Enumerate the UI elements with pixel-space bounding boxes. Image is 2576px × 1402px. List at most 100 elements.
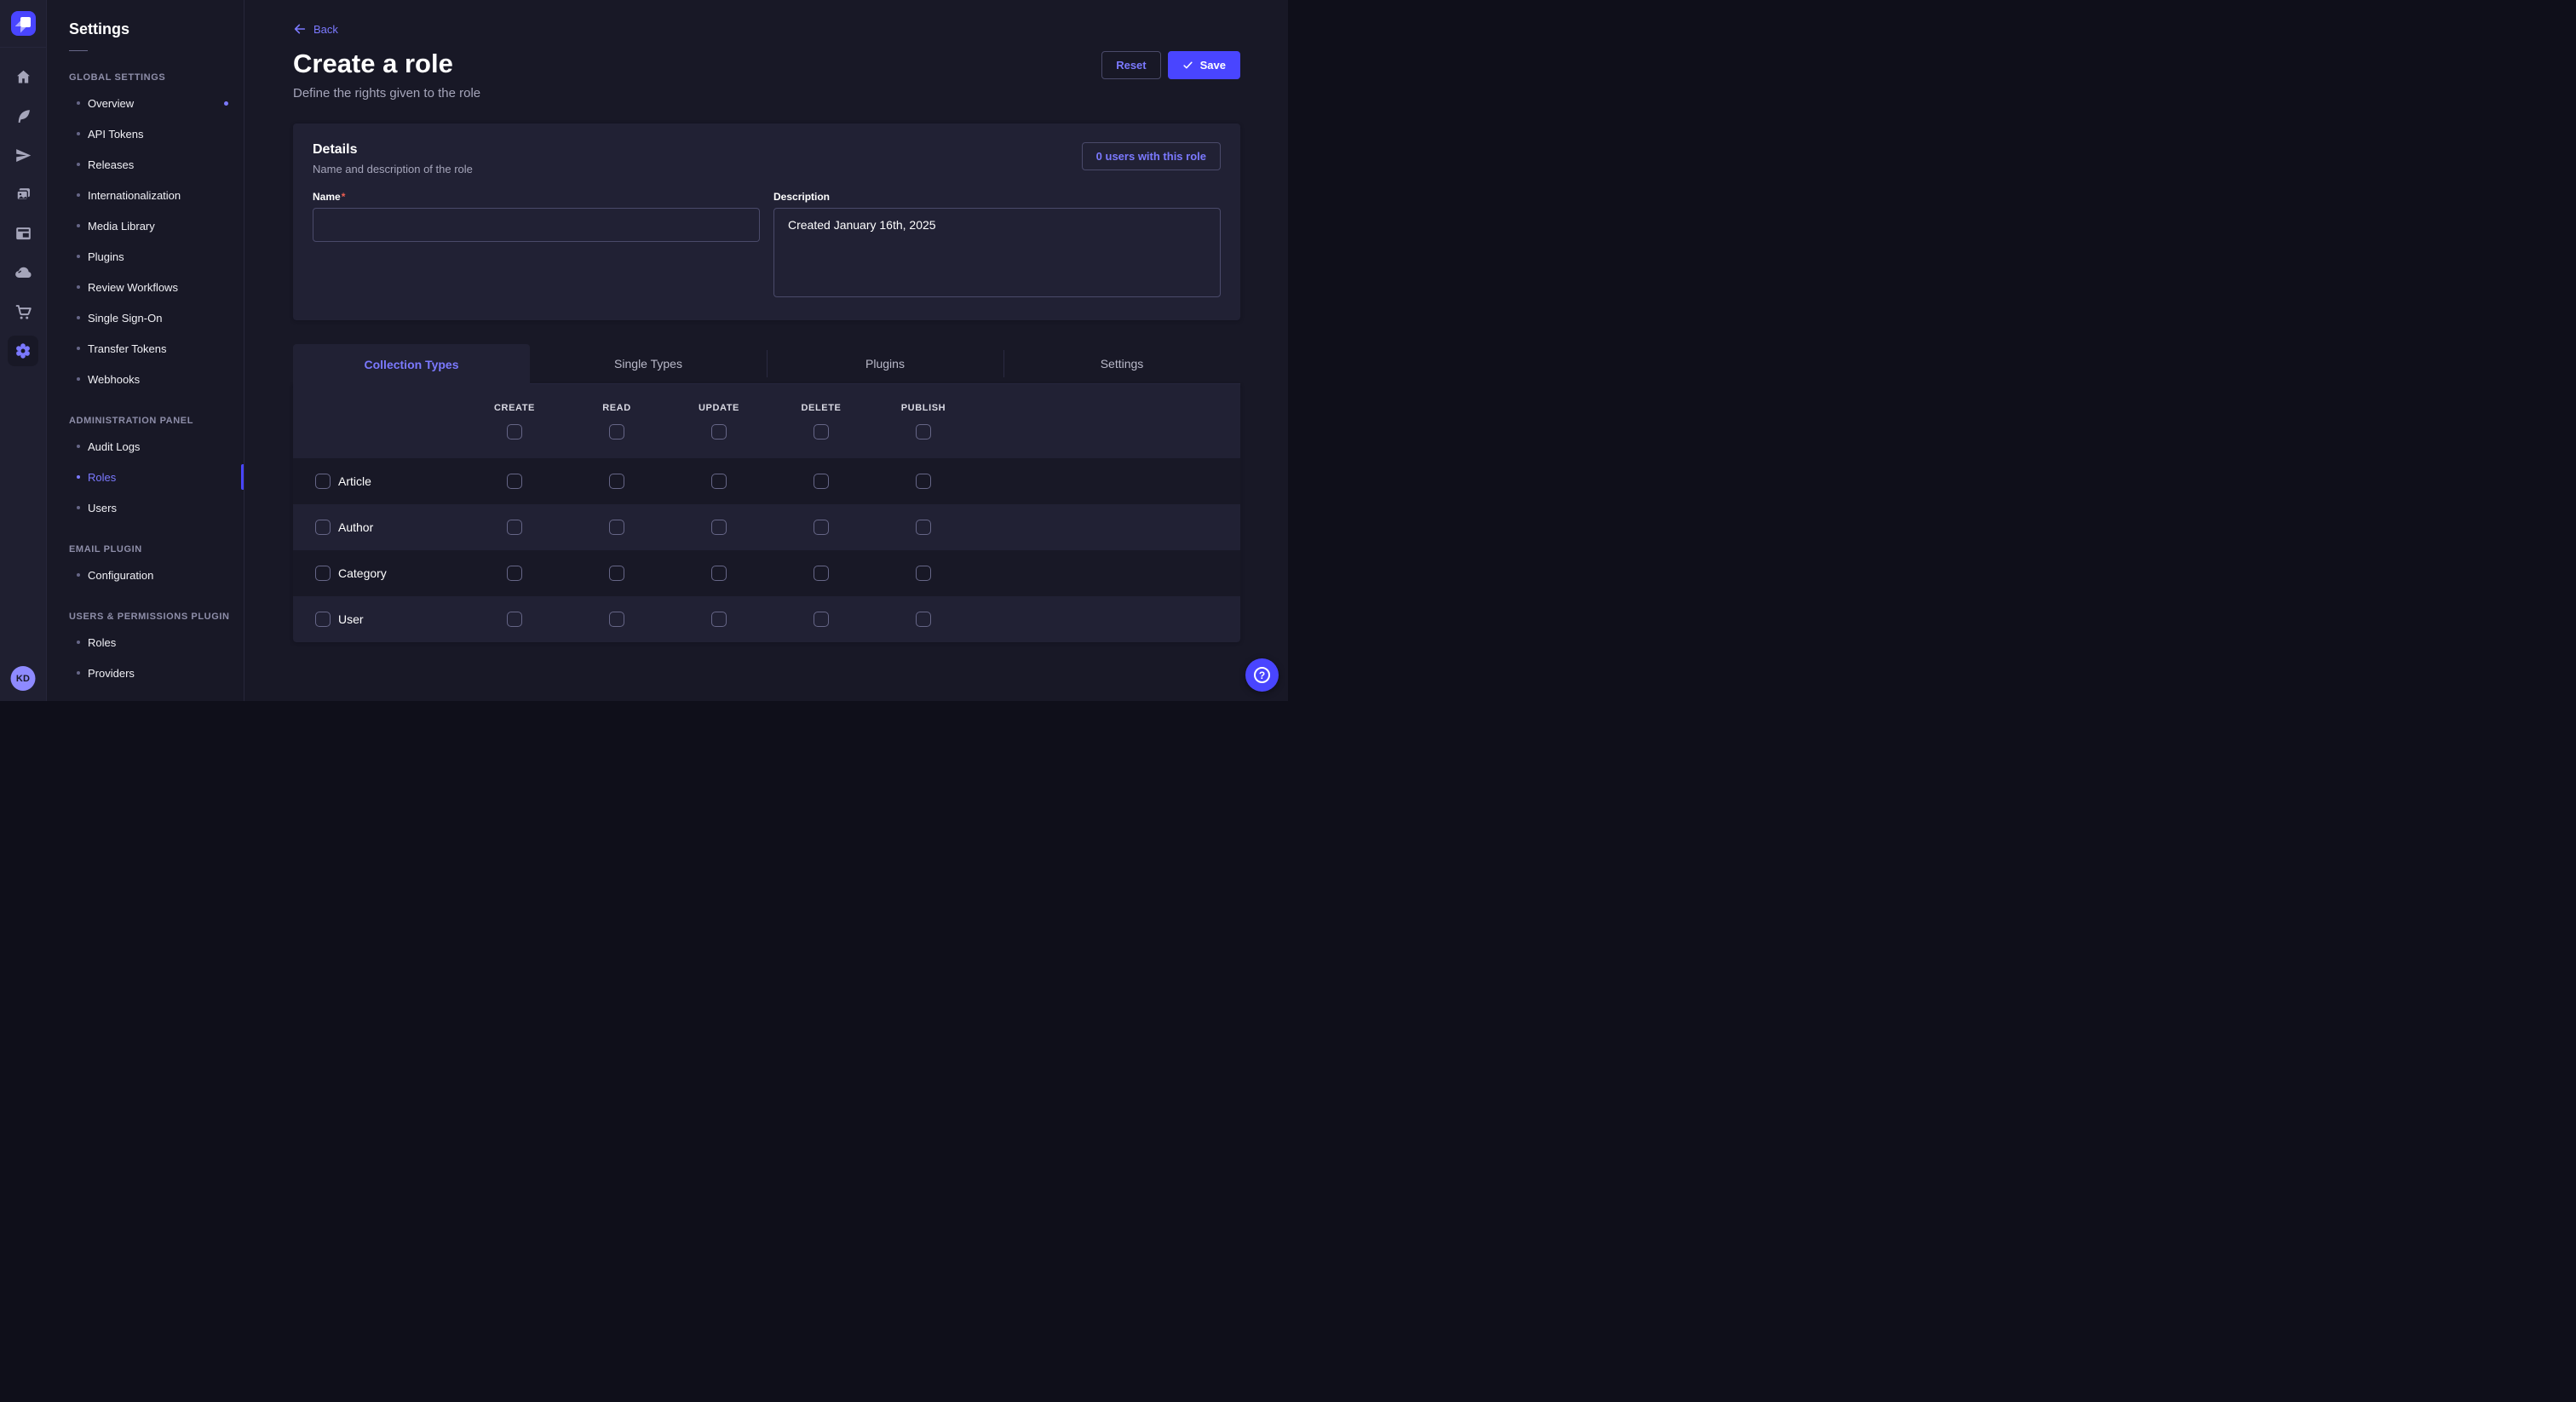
question-mark-icon: ? xyxy=(1254,667,1270,683)
tab-label: Settings xyxy=(1101,357,1144,371)
author-publish-checkbox[interactable] xyxy=(916,520,931,535)
reset-button[interactable]: Reset xyxy=(1101,51,1160,79)
subnav-item-providers[interactable]: Providers xyxy=(47,658,244,688)
bullet-icon xyxy=(77,316,80,319)
author-delete-checkbox[interactable] xyxy=(814,520,829,535)
tab-single-types[interactable]: Single Types xyxy=(530,344,767,383)
paper-plane-icon[interactable] xyxy=(8,140,38,170)
cloud-icon[interactable] xyxy=(8,257,38,288)
permissions-panel: CREATEREADUPDATEDELETEPUBLISH ArticleAut… xyxy=(293,384,1240,642)
permission-row-user: User xyxy=(293,596,1240,642)
subnav-item-review-workflows[interactable]: Review Workflows xyxy=(47,272,244,302)
category-create-checkbox[interactable] xyxy=(507,566,522,581)
strapi-logo-wrap xyxy=(0,0,46,48)
tab-collection-types[interactable]: Collection Types xyxy=(293,344,530,384)
select-all-create-checkbox[interactable] xyxy=(507,424,522,440)
select-all-read-checkbox[interactable] xyxy=(609,424,624,440)
article-update-checkbox[interactable] xyxy=(711,474,727,489)
back-link[interactable]: Back xyxy=(293,22,338,36)
user-read-checkbox[interactable] xyxy=(609,612,624,627)
subnav-item-single-sign-on[interactable]: Single Sign-On xyxy=(47,302,244,333)
category-update-checkbox[interactable] xyxy=(711,566,727,581)
strapi-logo-icon[interactable] xyxy=(11,11,36,36)
row-label: User xyxy=(338,612,364,626)
users-with-role-button[interactable]: 0 users with this role xyxy=(1082,142,1221,170)
subnav-item-media-library[interactable]: Media Library xyxy=(47,210,244,241)
row-label: Category xyxy=(338,566,387,580)
select-all-delete-checkbox[interactable] xyxy=(814,424,829,440)
subnav-item-label: Media Library xyxy=(88,220,155,233)
page-subtitle: Define the rights given to the role xyxy=(293,86,480,101)
subnav-item-api-tokens[interactable]: API Tokens xyxy=(47,118,244,149)
author-read-checkbox[interactable] xyxy=(609,520,624,535)
user-create-checkbox[interactable] xyxy=(507,612,522,627)
bullet-icon xyxy=(77,377,80,381)
user-delete-checkbox[interactable] xyxy=(814,612,829,627)
cart-icon[interactable] xyxy=(8,296,38,327)
tab-settings[interactable]: Settings xyxy=(1003,344,1240,383)
select-all-update-checkbox[interactable] xyxy=(711,424,727,440)
author-update-checkbox[interactable] xyxy=(711,520,727,535)
author-row-checkbox[interactable] xyxy=(315,520,331,535)
column-header-update: UPDATE xyxy=(699,403,739,413)
article-create-checkbox[interactable] xyxy=(507,474,522,489)
save-button-label: Save xyxy=(1200,59,1226,72)
subnav-item-label: Plugins xyxy=(88,250,124,263)
column-header-create: CREATE xyxy=(494,403,535,413)
bullet-icon xyxy=(77,285,80,289)
subnav-item-webhooks[interactable]: Webhooks xyxy=(47,364,244,394)
category-delete-checkbox[interactable] xyxy=(814,566,829,581)
subnav-item-label: Releases xyxy=(88,158,134,171)
subnav-item-label: Configuration xyxy=(88,569,153,582)
subnav-item-label: Single Sign-On xyxy=(88,312,162,325)
permissions-header-row: CREATEREADUPDATEDELETEPUBLISH xyxy=(293,384,1240,458)
subnav-item-label: Audit Logs xyxy=(88,440,140,453)
avatar[interactable]: KD xyxy=(11,666,36,691)
name-input[interactable] xyxy=(313,208,760,242)
help-button[interactable]: ? xyxy=(1245,658,1279,692)
category-read-checkbox[interactable] xyxy=(609,566,624,581)
gear-icon[interactable] xyxy=(8,336,38,366)
user-publish-checkbox[interactable] xyxy=(916,612,931,627)
article-publish-checkbox[interactable] xyxy=(916,474,931,489)
select-all-publish-checkbox[interactable] xyxy=(916,424,931,440)
subnav-item-audit-logs[interactable]: Audit Logs xyxy=(47,431,244,462)
article-row-checkbox[interactable] xyxy=(315,474,331,489)
layout-icon[interactable] xyxy=(8,218,38,249)
subnav-item-roles[interactable]: Roles xyxy=(47,462,244,492)
images-icon[interactable] xyxy=(8,179,38,210)
user-update-checkbox[interactable] xyxy=(711,612,727,627)
home-icon[interactable] xyxy=(8,61,38,92)
category-publish-checkbox[interactable] xyxy=(916,566,931,581)
nav-section-label: ADMINISTRATION PANEL xyxy=(69,416,244,426)
subnav-item-configuration[interactable]: Configuration xyxy=(47,560,244,590)
subnav-item-internationalization[interactable]: Internationalization xyxy=(47,180,244,210)
subnav-item-overview[interactable]: Overview xyxy=(47,88,244,118)
active-indicator xyxy=(241,464,244,490)
description-textarea[interactable]: Created January 16th, 2025 xyxy=(773,208,1221,297)
subnav-divider xyxy=(69,50,88,51)
subnav-item-users[interactable]: Users xyxy=(47,492,244,523)
users-with-role-label: 0 users with this role xyxy=(1096,150,1206,163)
feather-icon[interactable] xyxy=(8,101,38,131)
save-button[interactable]: Save xyxy=(1168,51,1240,79)
bullet-icon xyxy=(77,573,80,577)
subnav-item-label: Overview xyxy=(88,97,134,110)
subnav-item-label: Internationalization xyxy=(88,189,181,202)
subnav-title: Settings xyxy=(69,20,244,38)
article-read-checkbox[interactable] xyxy=(609,474,624,489)
bullet-icon xyxy=(77,506,80,509)
article-delete-checkbox[interactable] xyxy=(814,474,829,489)
description-field-label: Description xyxy=(773,191,1221,203)
subnav-item-roles[interactable]: Roles xyxy=(47,627,244,658)
author-create-checkbox[interactable] xyxy=(507,520,522,535)
subnav-item-transfer-tokens[interactable]: Transfer Tokens xyxy=(47,333,244,364)
bullet-icon xyxy=(77,163,80,166)
tab-separator xyxy=(767,350,768,377)
tab-plugins[interactable]: Plugins xyxy=(767,344,1003,383)
category-row-checkbox[interactable] xyxy=(315,566,331,581)
user-row-checkbox[interactable] xyxy=(315,612,331,627)
subnav-item-releases[interactable]: Releases xyxy=(47,149,244,180)
subnav-item-plugins[interactable]: Plugins xyxy=(47,241,244,272)
row-label: Author xyxy=(338,520,373,534)
